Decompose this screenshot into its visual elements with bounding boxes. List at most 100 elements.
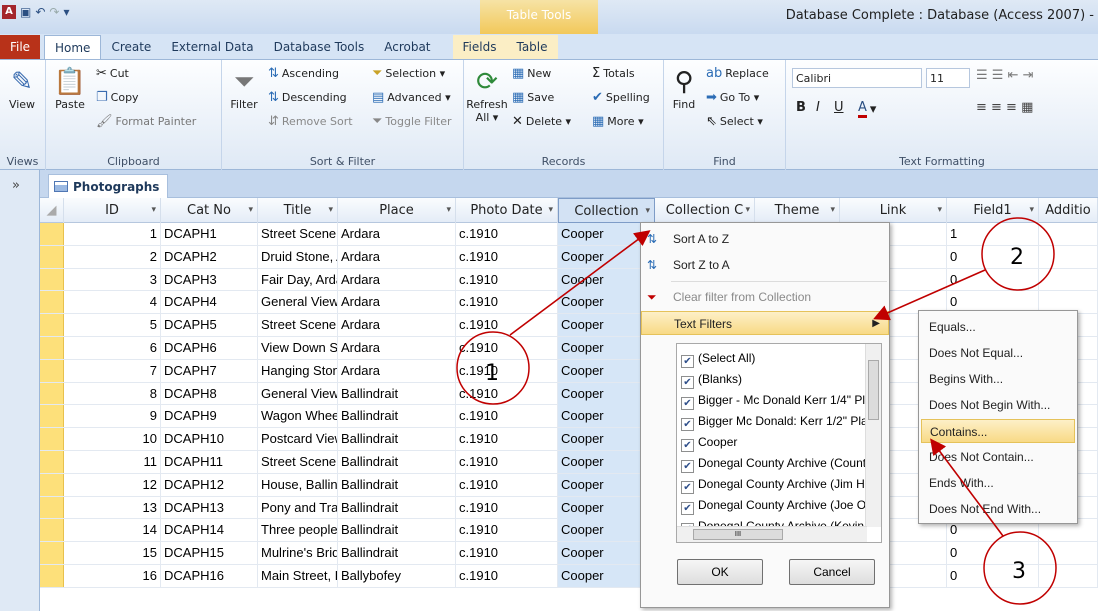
column-header-theme[interactable]: Theme ▾ [755,198,840,223]
navigation-pane[interactable]: » [0,170,40,611]
cell-id[interactable]: 15 [64,542,161,565]
cell-id[interactable]: 4 [64,291,161,314]
dropdown-arrow-icon[interactable]: ▾ [830,198,835,223]
record-selector[interactable] [40,565,64,587]
checkbox-checked-icon[interactable]: ✔ [681,397,694,410]
filter-button[interactable]: ⏷ Filter [224,66,264,111]
cell-id[interactable]: 5 [64,314,161,337]
dropdown-arrow-icon[interactable]: ▾ [645,199,650,224]
access-app-icon[interactable]: A [2,5,16,19]
cell-title[interactable]: Street Scene, E [258,451,338,473]
text-filter-option[interactable]: Does Not Equal... [921,341,1075,365]
cell-id[interactable]: 13 [64,496,161,519]
bold-button[interactable]: B [796,100,806,115]
delete-record-button[interactable]: ✕ Delete ▾ [512,114,571,129]
column-header-additio[interactable]: Additio [1039,198,1098,223]
cell-place[interactable]: Ardara [338,245,456,268]
more-button[interactable]: ▦ More ▾ [592,114,644,129]
cell-title[interactable]: Street Scene, / [258,223,338,245]
cell-id[interactable]: 6 [64,337,161,359]
cell-place[interactable]: Ardara [338,314,456,337]
cell-photo-date[interactable]: c.1910 [456,337,558,359]
document-tab-photographs[interactable]: Photographs [48,174,169,198]
dropdown-arrow-icon[interactable]: ▾ [328,198,333,223]
cell-place[interactable]: Ballindrait [338,428,456,451]
select-button[interactable]: ⇖ Select ▾ [706,114,763,129]
ok-button[interactable]: OK [677,559,763,585]
text-filter-option[interactable]: Does Not Contain... [921,445,1075,469]
cell-title[interactable]: House, Ballind [258,473,338,496]
goto-button[interactable]: ➡ Go To ▾ [706,90,759,105]
cell-place[interactable]: Ballindrait [338,405,456,428]
filter-value-item[interactable]: ✔ Bigger Mc Donald: Kerr 1/2" Pla [681,411,867,431]
cell-photo-date[interactable]: c.1910 [456,473,558,496]
record-selector[interactable] [40,405,64,428]
cell-cat-no[interactable]: DCAPH16 [161,565,258,587]
cell-photo-date[interactable]: c.1910 [456,359,558,382]
column-header-id[interactable]: ID ▾ [64,198,161,223]
sort-z-to-a-item[interactable]: ⇅ Sort Z to A [641,253,889,277]
cell-place[interactable]: Ballindrait [338,542,456,565]
cell-cat-no[interactable]: DCAPH1 [161,223,258,245]
column-header-collection[interactable]: Collection ▾ [558,198,655,223]
format-painter-button[interactable]: 🖌 Format Painter [96,114,196,129]
text-filter-option[interactable]: Begins With... [921,367,1075,391]
save-icon[interactable]: ▣ [20,5,31,19]
dropdown-arrow-icon[interactable]: ▾ [446,198,451,223]
table-row[interactable]: 2 DCAPH2 Druid Stone, A Ardara c.1910 Cooper 0 [40,245,1098,269]
cell-place[interactable]: Ballindrait [338,496,456,519]
undo-icon[interactable]: ↶ [35,5,45,19]
cell-photo-date[interactable]: c.1910 [456,245,558,268]
customize-qat-icon[interactable]: ▾ [63,5,69,19]
vertical-scroll-thumb[interactable] [868,360,879,420]
vertical-scrollbar[interactable] [865,344,881,527]
copy-button[interactable]: ❐ Copy [96,90,139,105]
cell-title[interactable]: Pony and Trap, [258,496,338,519]
cell-photo-date[interactable]: c.1910 [456,542,558,565]
dropdown-arrow-icon[interactable]: ▾ [1029,198,1034,223]
cell-id[interactable]: 12 [64,473,161,496]
cell-cat-no[interactable]: DCAPH4 [161,291,258,314]
cell-place[interactable]: Ballindrait [338,451,456,473]
column-header-cat-no[interactable]: Cat No ▾ [161,198,258,223]
cell-additio[interactable] [1039,565,1098,587]
checkbox-checked-icon[interactable]: ✔ [681,376,694,389]
cancel-button[interactable]: Cancel [789,559,875,585]
cell-cat-no[interactable]: DCAPH2 [161,245,258,268]
align-buttons[interactable]: ≡ ≡ ≡ ▦ [976,100,1033,115]
horizontal-scroll-thumb[interactable]: III [693,529,783,540]
filter-value-item[interactable]: ✔ (Select All) [681,348,867,368]
cut-button[interactable]: ✂ Cut [96,66,129,81]
cell-photo-date[interactable]: c.1910 [456,496,558,519]
cell-id[interactable]: 11 [64,451,161,473]
record-selector[interactable] [40,359,64,382]
tab-external-data[interactable]: External Data [161,35,263,59]
column-header-title[interactable]: Title ▾ [258,198,338,223]
font-size-select[interactable]: 11 [926,68,970,88]
cell-cat-no[interactable]: DCAPH6 [161,337,258,359]
cell-additio[interactable] [1039,223,1098,245]
redo-icon[interactable]: ↷ [49,5,59,19]
font-color-button[interactable]: A ▾ [858,100,876,118]
cell-cat-no[interactable]: DCAPH15 [161,542,258,565]
record-selector[interactable] [40,314,64,336]
checkbox-checked-icon[interactable]: ✔ [681,481,694,494]
dropdown-arrow-icon[interactable]: ▾ [937,198,942,223]
select-all-corner[interactable]: ◢ [40,198,64,223]
nav-expand-icon[interactable]: » [12,178,20,193]
cell-cat-no[interactable]: DCAPH12 [161,473,258,496]
record-selector[interactable] [40,451,64,473]
view-button[interactable]: ✎ View [2,66,42,111]
record-selector[interactable] [40,223,64,245]
underline-button[interactable]: U [834,100,844,115]
cell-title[interactable]: Postcard View [258,428,338,451]
record-selector[interactable] [40,542,64,564]
cell-id[interactable]: 16 [64,565,161,587]
cell-title[interactable]: Street Scene, / [258,314,338,337]
cell-id[interactable]: 9 [64,405,161,428]
cell-field1[interactable]: 0 [947,245,1039,268]
cell-place[interactable]: Ardara [338,337,456,359]
cell-title[interactable]: Druid Stone, A [258,245,338,268]
checkbox-checked-icon[interactable]: ✔ [681,460,694,473]
dropdown-arrow-icon[interactable]: ▾ [151,198,156,223]
